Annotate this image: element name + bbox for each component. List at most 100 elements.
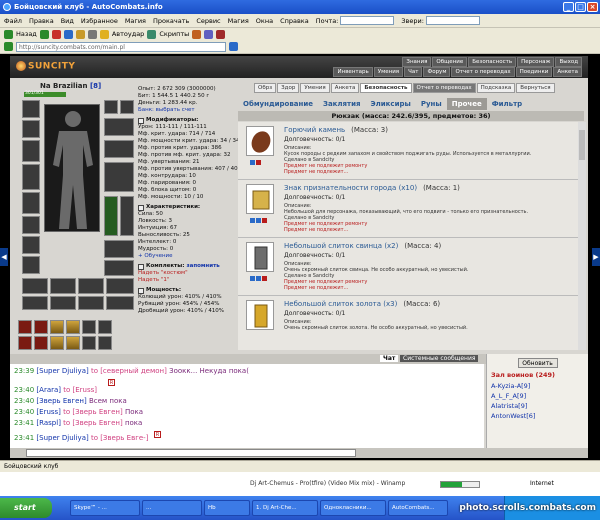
power-section[interactable]: Мощность: [138, 287, 244, 294]
use-icon[interactable] [250, 276, 255, 281]
nav-skills[interactable]: Умения [373, 67, 404, 77]
nav-transfers[interactable]: Отчет о переводах [451, 67, 515, 77]
belt-slot-5[interactable] [82, 320, 96, 334]
mail-select[interactable] [340, 16, 395, 25]
online-player[interactable]: AntonWest[6] [491, 411, 584, 421]
close-button[interactable]: × [587, 2, 598, 12]
menu-help[interactable]: Справка [280, 17, 309, 25]
cat-runes[interactable]: Руны [416, 98, 447, 110]
item-name[interactable]: Небольшой слиток золота [284, 300, 381, 308]
slot-bottom-2[interactable] [50, 278, 76, 294]
tab-hint[interactable]: Подсказка [476, 83, 516, 93]
slot-cloak[interactable] [104, 240, 134, 258]
chat-nick[interactable]: [Super Djuliya] [36, 434, 88, 442]
drop-icon[interactable] [262, 218, 267, 223]
item-thumb[interactable] [246, 184, 274, 214]
cat-equipment[interactable]: Обмундирование [238, 98, 318, 110]
belt-slot-10[interactable] [66, 336, 80, 350]
nav-communication[interactable]: Общение [432, 57, 468, 67]
stat-bank[interactable]: Банк: выбрать счет [138, 107, 244, 114]
belt-slot-2[interactable] [34, 320, 48, 334]
use-icon[interactable] [256, 218, 261, 223]
use-icon[interactable] [250, 160, 255, 165]
go-icon[interactable] [229, 42, 238, 51]
chat-nick[interactable]: [Raspl] [36, 419, 61, 427]
chat-input[interactable] [26, 449, 356, 457]
autoattack-label[interactable]: Автоудар [112, 30, 145, 38]
collapse-icon[interactable] [138, 263, 144, 270]
tab-skills[interactable]: Умения [300, 83, 330, 93]
task-item[interactable]: Однокласники... [320, 500, 386, 516]
chat-nick[interactable]: [Super Djuliya] [36, 367, 88, 375]
item-thumb[interactable] [246, 126, 274, 156]
tool-icon-3[interactable] [216, 29, 226, 39]
tab-security[interactable]: Безопасность [360, 83, 412, 93]
use-icon[interactable] [256, 276, 261, 281]
nav-character[interactable]: Персонаж [517, 57, 555, 67]
slot-bottom-8[interactable] [106, 296, 134, 310]
set-item-0[interactable]: Надеть "костюм" [138, 270, 244, 277]
item-name[interactable]: Небольшой слиток свинца [284, 242, 382, 250]
drop-icon[interactable] [256, 160, 261, 165]
belt-slot-1[interactable] [18, 320, 32, 334]
tab-transfers[interactable]: Отчет о переводах [412, 83, 476, 93]
slot-bottom-5[interactable] [22, 296, 48, 310]
address-bar[interactable]: http://suncity.combats.com/main.pl [16, 41, 226, 52]
nav-inventory[interactable]: Инвентарь [333, 67, 373, 77]
belt-slot-6[interactable] [98, 320, 112, 334]
nav-profile[interactable]: Анкета [553, 67, 582, 77]
beasts-select[interactable] [425, 16, 480, 25]
slot-pants[interactable] [22, 236, 40, 254]
home-icon[interactable] [75, 29, 85, 39]
slot-bottom-7[interactable] [78, 296, 104, 310]
slot-earring[interactable] [22, 120, 40, 138]
menu-magic-2[interactable]: Магия [228, 17, 249, 25]
item-name[interactable]: Горючий камень [284, 126, 345, 134]
forward-icon[interactable] [39, 29, 49, 39]
belt-slot-8[interactable] [34, 336, 48, 350]
slot-weapon[interactable] [22, 164, 40, 190]
remember-set-link[interactable]: запомнить [186, 263, 219, 270]
collapse-icon[interactable] [138, 287, 144, 294]
nav-knowledge[interactable]: Знания [402, 57, 432, 67]
scroll-thumb[interactable] [579, 130, 585, 160]
collapse-icon[interactable] [138, 117, 144, 124]
nav-icon[interactable] [4, 42, 13, 51]
slot-bottom-3[interactable] [78, 278, 104, 294]
refresh-button[interactable]: Обновить [517, 358, 558, 368]
task-item[interactable]: AutoCombats... [388, 500, 448, 516]
belt-slot-12[interactable] [98, 336, 112, 350]
nav-security[interactable]: Безопасность [468, 57, 517, 67]
slot-belt[interactable] [22, 216, 40, 234]
collapse-icon[interactable] [138, 204, 144, 211]
scripts-label[interactable]: Скрипты [159, 30, 189, 38]
item-list-scrollbar[interactable] [578, 122, 586, 350]
item-name[interactable]: Знак признательности города [284, 184, 396, 192]
task-item[interactable]: 1. Dj Art-Che... [252, 500, 318, 516]
slot-bottom-6[interactable] [50, 296, 76, 310]
menu-view[interactable]: Вид [61, 17, 74, 25]
belt-slot-9[interactable] [50, 336, 64, 350]
belt-slot-11[interactable] [82, 336, 96, 350]
cat-spells[interactable]: Заклятия [318, 98, 366, 110]
slot-gloves[interactable] [104, 118, 134, 136]
drop-icon[interactable] [262, 276, 267, 281]
tab-chat[interactable]: Чат [380, 355, 399, 362]
online-player[interactable]: Alatrista[9] [491, 401, 584, 411]
tab-system[interactable]: Системные сообщения [400, 355, 479, 362]
slot-bracers[interactable] [104, 140, 134, 158]
search-icon[interactable] [87, 29, 97, 39]
back-label[interactable]: Назад [16, 30, 37, 38]
cat-elixirs[interactable]: Эликсиры [366, 98, 416, 110]
online-player[interactable]: A_L_F_A[9] [491, 391, 584, 401]
slot-helmet[interactable] [22, 100, 40, 118]
slot-leggings[interactable] [104, 260, 134, 276]
cat-other[interactable]: Прочее [446, 98, 487, 110]
slot-ring-1[interactable] [104, 100, 118, 114]
online-player[interactable]: A-Kyzia-A[9] [491, 381, 584, 391]
slot-boots[interactable] [22, 256, 40, 274]
nav-exit[interactable]: Выход [555, 57, 582, 67]
character-nick[interactable]: Na Brazilian [40, 82, 88, 90]
chat-nick[interactable]: [Eruss] [36, 408, 61, 416]
menu-service[interactable]: Сервис [196, 17, 220, 25]
